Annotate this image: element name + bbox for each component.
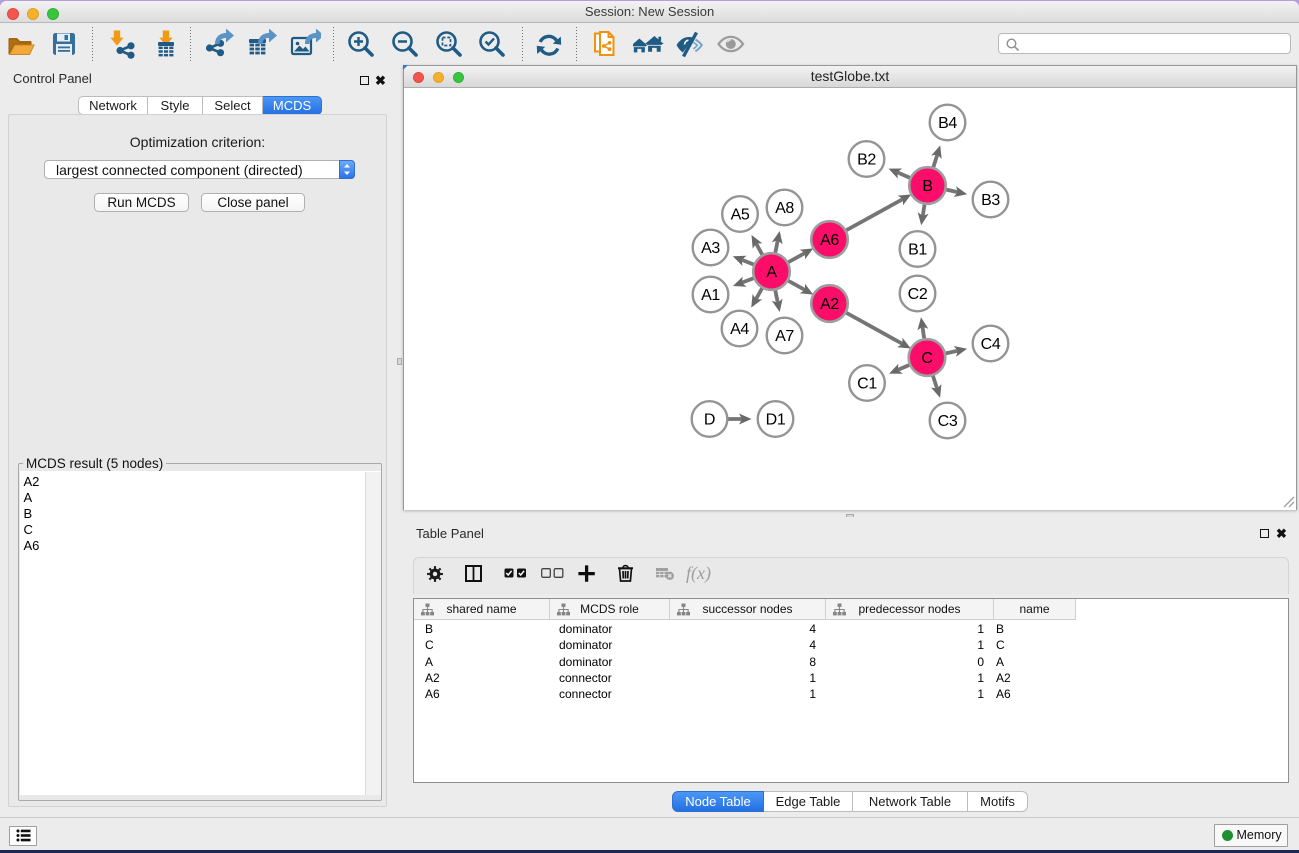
- svg-text:C: C: [921, 350, 932, 367]
- svg-text:A7: A7: [775, 328, 794, 345]
- svg-text:C4: C4: [981, 336, 1001, 353]
- svg-text:B2: B2: [857, 152, 876, 169]
- svg-text:B1: B1: [908, 242, 927, 259]
- svg-text:A8: A8: [775, 200, 794, 217]
- svg-text:C1: C1: [857, 376, 877, 393]
- svg-text:B: B: [922, 178, 932, 195]
- svg-text:D1: D1: [766, 412, 786, 429]
- svg-text:A3: A3: [701, 240, 720, 257]
- svg-text:A2: A2: [820, 296, 839, 313]
- svg-text:B3: B3: [981, 192, 1000, 209]
- svg-text:A1: A1: [701, 287, 720, 304]
- svg-text:C3: C3: [938, 413, 958, 430]
- svg-text:A: A: [766, 264, 777, 281]
- svg-text:B4: B4: [938, 115, 957, 132]
- svg-text:A5: A5: [731, 207, 750, 224]
- svg-text:A4: A4: [730, 321, 749, 338]
- svg-text:C2: C2: [908, 286, 928, 303]
- svg-text:A6: A6: [820, 232, 839, 249]
- svg-text:D: D: [704, 412, 715, 429]
